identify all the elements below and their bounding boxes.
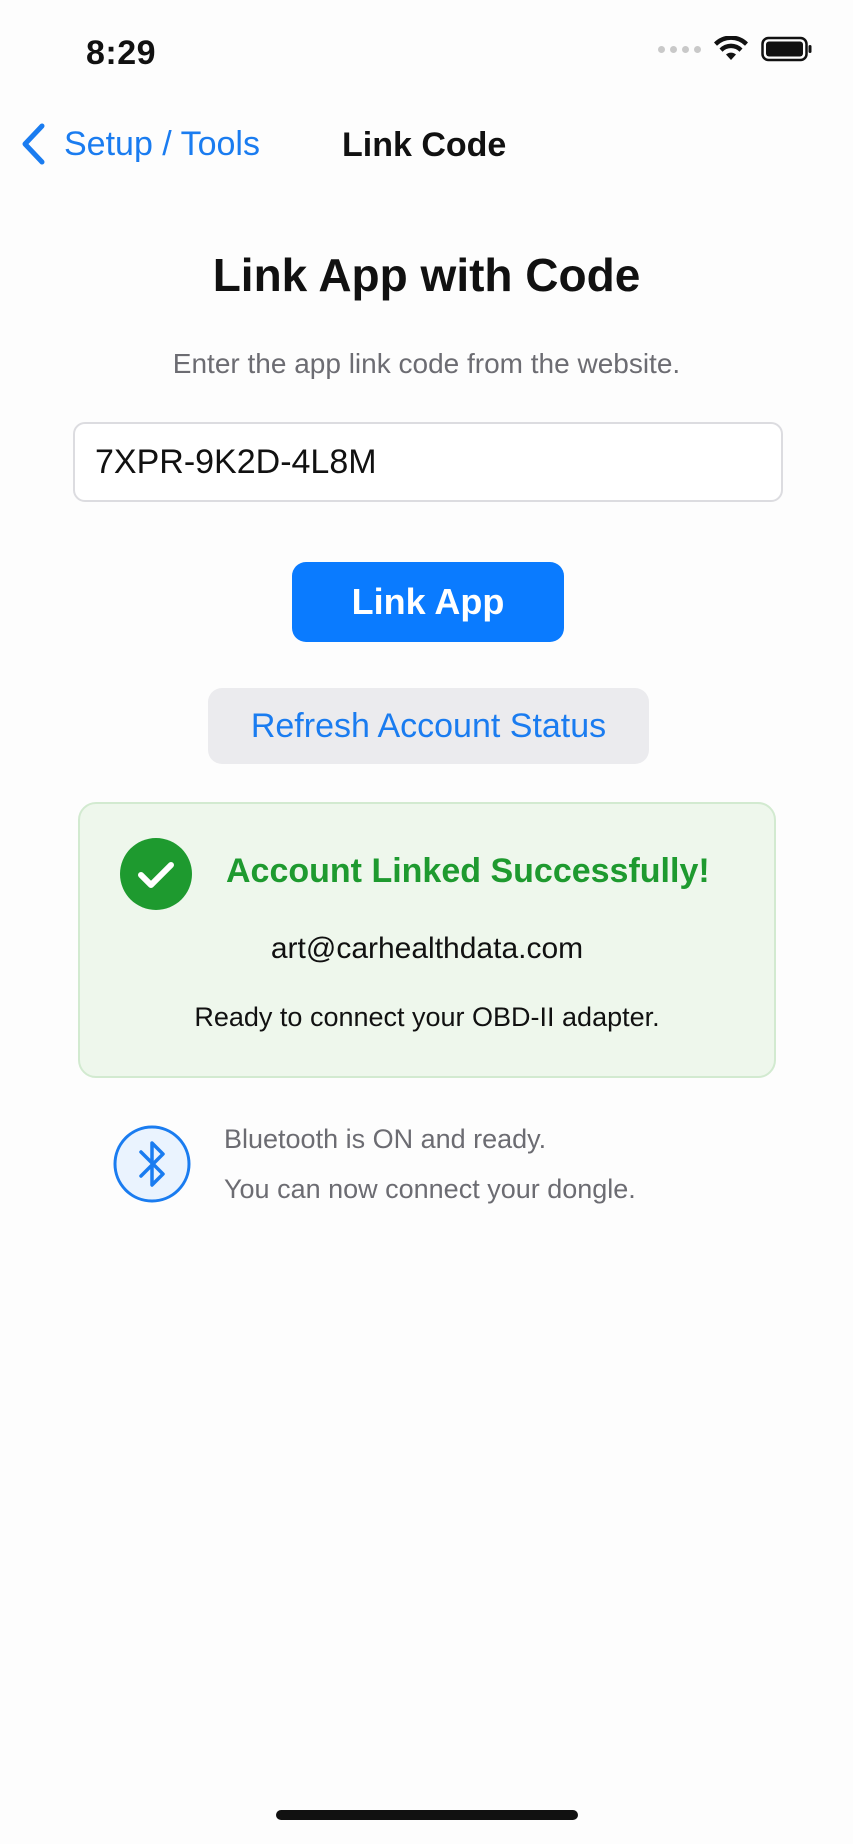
status-time: 8:29 [86, 34, 157, 72]
account-email: art@carhealthdata.com [270, 932, 584, 965]
status-bar: 8:29 [0, 0, 853, 100]
link-code-input[interactable] [73, 422, 783, 502]
checkmark-circle-icon [120, 838, 192, 910]
screen: 8:29 Setup / Tools Link Code Link App wi… [0, 0, 853, 1844]
success-note: Ready to connect your OBD-II adapter. [194, 1002, 660, 1032]
link-app-button[interactable]: Link App [292, 562, 564, 642]
nav-title: Link Code [342, 126, 507, 164]
back-button[interactable]: Setup / Tools [20, 122, 260, 166]
navigation-bar: Setup / Tools Link Code [0, 110, 853, 180]
page-subtitle: Enter the app link code from the website… [172, 348, 681, 379]
wifi-icon [714, 36, 748, 60]
back-label: Setup / Tools [64, 124, 260, 163]
success-heading: Account Linked Successfully! [226, 852, 710, 890]
battery-icon [761, 36, 812, 62]
chevron-left-icon [22, 123, 45, 165]
refresh-account-status-button[interactable]: Refresh Account Status [208, 688, 649, 764]
cellular-signal-icon [658, 45, 701, 53]
bluetooth-status: Bluetooth is ON and ready. You can now c… [112, 1120, 752, 1210]
bluetooth-icon [113, 1125, 191, 1203]
home-indicator [276, 1810, 578, 1820]
status-icons [658, 36, 813, 62]
bluetooth-hint-text: You can now connect your dongle. [224, 1174, 636, 1204]
bluetooth-status-text: Bluetooth is ON and ready. [224, 1124, 547, 1154]
account-linked-card: Account Linked Successfully! art@carheal… [78, 802, 776, 1078]
page-title: Link App with Code [212, 249, 641, 301]
